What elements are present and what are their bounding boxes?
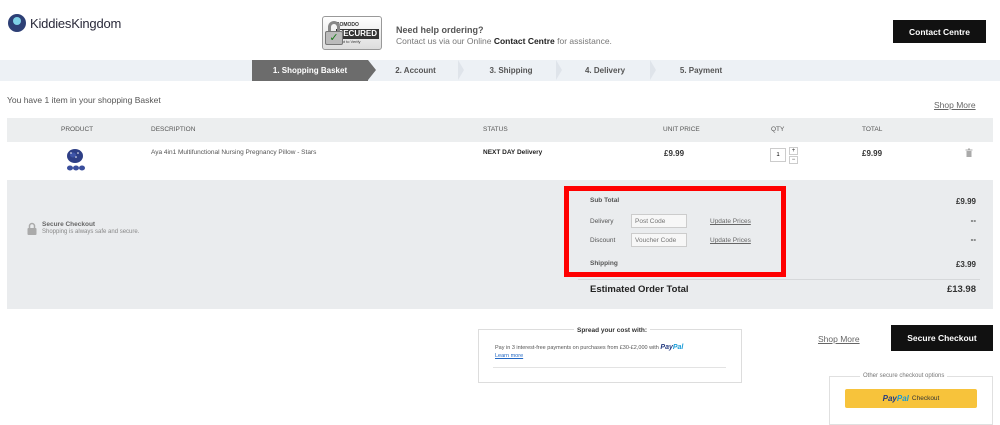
- shipping-value: £3.99: [955, 260, 976, 269]
- logo-text: KiddiesKingdom: [30, 15, 122, 31]
- step-payment[interactable]: 5. Payment: [651, 60, 751, 81]
- badge-line1: COMODO: [335, 21, 359, 28]
- summary-divider: [578, 279, 980, 280]
- col-product: PRODUCT: [61, 126, 94, 133]
- item-status: NEXT DAY Delivery: [483, 149, 543, 156]
- quantity-decrease-button[interactable]: −: [789, 156, 798, 164]
- estimated-total-label: Estimated Order Total: [590, 284, 689, 295]
- logo-icon: [8, 14, 26, 32]
- item-total: £9.99: [862, 149, 883, 158]
- discount-value: --: [970, 235, 976, 244]
- shop-more-link-top[interactable]: Shop More: [934, 100, 976, 110]
- comodo-secured-badge[interactable]: ✓ COMODO SECURED Point to Verify: [322, 16, 382, 50]
- learn-more-link[interactable]: Learn more: [495, 353, 523, 359]
- secure-checkout-button[interactable]: Secure Checkout: [891, 325, 993, 351]
- sub-total-value: £9.99: [955, 197, 976, 206]
- lock-icon: [27, 222, 37, 235]
- site-logo[interactable]: KiddiesKingdom: [8, 14, 121, 32]
- step-delivery[interactable]: 4. Delivery: [559, 60, 651, 81]
- paypal-checkout-button[interactable]: Pay Pal Checkout: [845, 389, 977, 408]
- paypal-logo: Pay: [660, 344, 673, 351]
- spread-title: Spread your cost with:: [574, 327, 651, 334]
- help-title: Need help ordering?: [396, 25, 484, 35]
- basket-intro: You have 1 item in your shopping Basket: [7, 95, 161, 105]
- col-status: STATUS: [483, 126, 508, 133]
- checkout-steps: 1. Shopping Basket 2. Account 3. Shippin…: [0, 60, 1000, 81]
- help-subtitle: Contact us via our Online Contact Centre…: [396, 36, 612, 46]
- trash-icon[interactable]: [965, 148, 973, 157]
- step-shipping[interactable]: 3. Shipping: [463, 60, 559, 81]
- secure-checkout-title: Secure Checkout: [42, 221, 96, 228]
- step-shopping-basket[interactable]: 1. Shopping Basket: [252, 60, 376, 81]
- help-contact-link[interactable]: Contact Centre: [494, 36, 555, 46]
- basket-table-header: PRODUCT DESCRIPTION STATUS UNIT PRICE QT…: [7, 118, 993, 142]
- shop-more-link-bottom[interactable]: Shop More: [818, 334, 860, 344]
- padlock-icon: ✓: [325, 21, 343, 45]
- other-checkout-title: Other secure checkout options: [860, 373, 948, 379]
- delivery-value: --: [970, 216, 976, 225]
- col-total: TOTAL: [862, 126, 883, 133]
- highlight-box: [564, 186, 786, 277]
- paypal-checkout-label: Checkout: [911, 395, 940, 402]
- quantity-input[interactable]: [770, 148, 786, 162]
- item-unit-price: £9.99: [664, 149, 685, 158]
- secure-checkout-subtitle: Shopping is always safe and secure.: [42, 229, 140, 235]
- contact-centre-button[interactable]: Contact Centre: [893, 20, 986, 43]
- estimated-total-value: £13.98: [946, 284, 976, 295]
- order-summary: [7, 180, 993, 309]
- col-qty: QTY: [771, 126, 785, 133]
- col-description: DESCRIPTION: [151, 126, 196, 133]
- product-image[interactable]: [64, 148, 86, 172]
- paypal-logo-button: Pay: [882, 394, 897, 403]
- spread-text: Pay in 3 interest-free payments on purch…: [495, 344, 684, 351]
- item-description[interactable]: Aya 4in1 Multifunctional Nursing Pregnan…: [151, 149, 316, 156]
- col-unit-price: UNIT PRICE: [663, 126, 700, 133]
- step-account[interactable]: 2. Account: [368, 60, 463, 81]
- quantity-increase-button[interactable]: +: [789, 147, 798, 155]
